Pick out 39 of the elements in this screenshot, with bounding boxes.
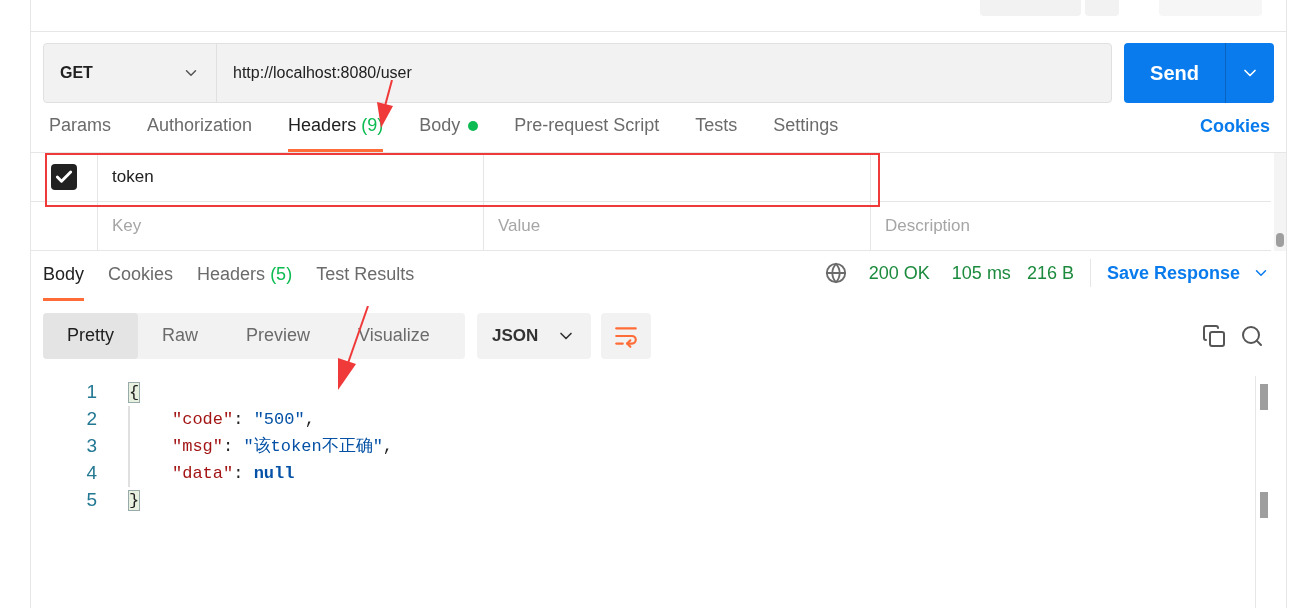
search-icon[interactable] bbox=[1240, 323, 1264, 348]
format-select[interactable]: JSON bbox=[477, 312, 591, 359]
request-tab[interactable]: Pre-request Script bbox=[514, 112, 660, 152]
view-mode-tab[interactable]: Raw bbox=[138, 312, 223, 359]
globe-icon[interactable] bbox=[824, 262, 847, 284]
send-button[interactable]: Send bbox=[1124, 43, 1274, 103]
scrollbar[interactable] bbox=[1255, 376, 1269, 608]
line-number: 1 bbox=[85, 380, 97, 405]
checkbox[interactable] bbox=[51, 164, 77, 190]
view-mode-tab[interactable]: Preview bbox=[222, 312, 335, 359]
code-text: { bbox=[128, 380, 141, 405]
code-text: } bbox=[128, 488, 141, 513]
response-tab[interactable]: Headers (5) bbox=[197, 261, 293, 301]
response-tab[interactable]: Test Results bbox=[316, 261, 415, 301]
response-tab[interactable]: Cookies bbox=[108, 261, 174, 301]
wrap-lines-button[interactable] bbox=[601, 312, 651, 359]
key-cell[interactable]: token bbox=[98, 153, 484, 201]
time-text: 105 ms bbox=[951, 261, 1011, 285]
view-mode-tab[interactable]: Pretty bbox=[43, 312, 138, 359]
code-text: "msg": "该token不正确", bbox=[172, 435, 394, 458]
request-tab[interactable]: Tests bbox=[695, 112, 738, 152]
view-mode-tab[interactable]: Visualize bbox=[334, 312, 454, 359]
copy-icon[interactable] bbox=[1202, 323, 1226, 348]
save-response-button[interactable]: Save Response bbox=[1106, 259, 1270, 287]
request-tab[interactable]: Params bbox=[49, 112, 111, 152]
line-number: 5 bbox=[85, 488, 97, 513]
line-number: 2 bbox=[85, 407, 97, 432]
request-tab[interactable]: Authorization bbox=[147, 112, 253, 152]
request-tab[interactable]: Settings bbox=[773, 112, 839, 152]
scrollbar[interactable] bbox=[1274, 153, 1286, 251]
code-text: "data": null bbox=[172, 462, 295, 485]
size-text: 216 B bbox=[1026, 261, 1074, 285]
request-tab[interactable]: Body bbox=[419, 112, 479, 152]
status-text: 200 OK bbox=[868, 261, 930, 285]
line-number: 4 bbox=[85, 461, 97, 486]
response-tab[interactable]: Body bbox=[43, 261, 85, 301]
cookies-link[interactable]: Cookies bbox=[1199, 113, 1270, 152]
line-number: 3 bbox=[85, 434, 97, 459]
code-text: "code": "500", bbox=[172, 408, 315, 431]
